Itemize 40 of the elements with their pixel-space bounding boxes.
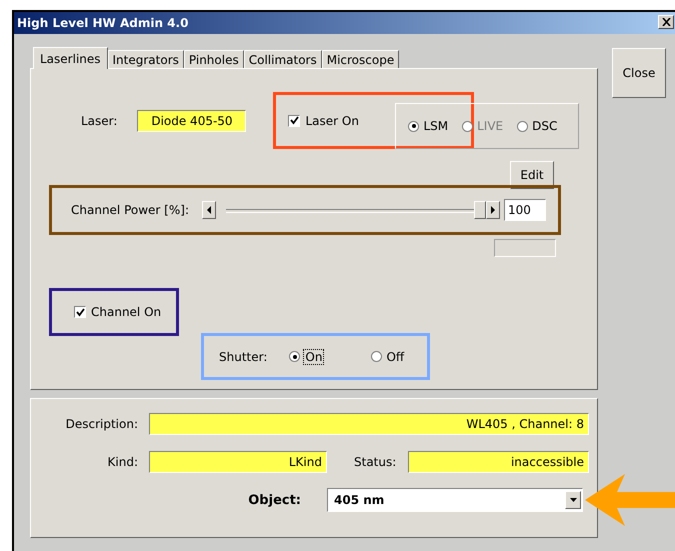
tab[interactable]: Collimators bbox=[244, 50, 322, 68]
scroll-left-icon[interactable] bbox=[202, 201, 216, 219]
tab[interactable]: Pinholes bbox=[184, 50, 244, 68]
checkbox-label: Laser On bbox=[305, 114, 359, 128]
radio-button[interactable] bbox=[408, 120, 420, 132]
empty-field bbox=[494, 239, 556, 257]
field-label: Status: bbox=[354, 455, 397, 469]
arrow-icon bbox=[585, 474, 675, 526]
laser-field[interactable]: Diode 405-50 bbox=[137, 110, 246, 132]
kind-field[interactable]: LKind bbox=[149, 451, 327, 473]
tab[interactable]: Microscope bbox=[322, 50, 400, 68]
description-field[interactable]: WL405 , Channel: 8 bbox=[149, 413, 589, 435]
radio-label: LSM bbox=[423, 119, 448, 133]
radio-label: On bbox=[304, 350, 324, 364]
field-label: Shutter: bbox=[219, 350, 268, 364]
field-label: Channel Power [%]: bbox=[71, 203, 189, 217]
close-icon[interactable] bbox=[658, 15, 674, 29]
scroll-right-icon[interactable] bbox=[486, 201, 500, 219]
slider-thumb[interactable] bbox=[474, 201, 486, 219]
window-title: High Level HW Admin 4.0 bbox=[17, 16, 188, 30]
radio-button[interactable] bbox=[371, 351, 382, 362]
radio-button[interactable] bbox=[517, 120, 528, 132]
radio-button[interactable] bbox=[289, 351, 300, 362]
radio-label: DSC bbox=[532, 119, 558, 133]
status-field[interactable]: inaccessible bbox=[408, 451, 589, 473]
checkbox[interactable] bbox=[74, 306, 86, 318]
tab[interactable]: Laserlines bbox=[33, 47, 108, 69]
field-label: Kind: bbox=[106, 455, 138, 469]
object-dropdown[interactable]: 405 nm bbox=[327, 488, 583, 512]
tab[interactable]: Integrators bbox=[108, 50, 184, 68]
close-button[interactable]: Close bbox=[612, 48, 666, 98]
radio-label: LIVE bbox=[477, 119, 504, 133]
power-field[interactable]: 100 bbox=[504, 199, 546, 221]
checkbox-label: Channel On bbox=[91, 305, 162, 319]
radio-label: Off bbox=[386, 350, 404, 364]
checkbox[interactable] bbox=[288, 114, 300, 126]
field-label: Description: bbox=[64, 417, 138, 431]
field-label: Object: bbox=[247, 492, 301, 508]
field-label: Laser: bbox=[81, 114, 118, 128]
caret-icon[interactable] bbox=[570, 498, 576, 502]
